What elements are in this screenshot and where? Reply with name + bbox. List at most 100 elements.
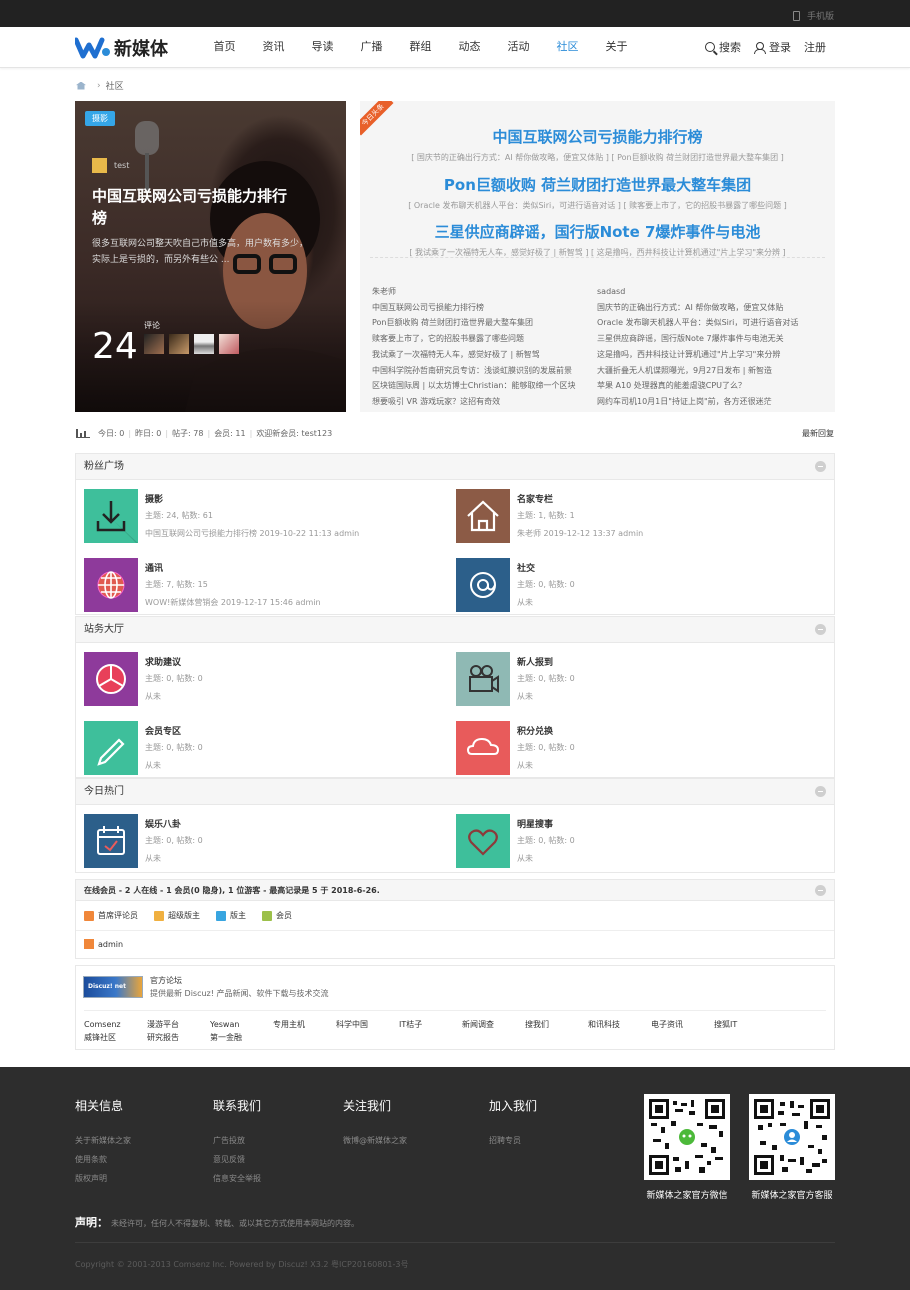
news-link[interactable]: 区块链国际周 | 以太坊博士Christian：能够取缔一个区块 xyxy=(372,378,592,394)
forum-item[interactable]: 积分兑换 主题: 0, 帖数: 0 从未 xyxy=(448,717,808,777)
friend-link[interactable]: 漫游平台 xyxy=(147,1019,210,1030)
globe-icon[interactable] xyxy=(84,558,138,612)
footer-link[interactable]: 关于新媒体之家 xyxy=(75,1131,131,1150)
friend-link[interactable]: 搜狐IT xyxy=(714,1019,777,1030)
news-author[interactable]: sadasd xyxy=(597,284,823,300)
news-link[interactable]: 大疆折叠无人机谍照曝光，9月27日发布 | 新智造 xyxy=(597,363,823,379)
forum-item[interactable]: 会员专区 主题: 0, 帖数: 0 从未 xyxy=(76,717,436,777)
news-link[interactable]: 中国互联网公司亏损能力排行榜 xyxy=(372,300,592,316)
nav-about[interactable]: 关于 xyxy=(603,27,630,67)
nav-home[interactable]: 首页 xyxy=(211,27,238,67)
friend-link[interactable]: Yeswan xyxy=(210,1019,273,1030)
headline-title[interactable]: 三星供应商辟谣，国行版Note 7爆炸事件与电池 xyxy=(360,221,835,242)
breadcrumb-current[interactable]: 社区 xyxy=(106,79,124,92)
forum-item[interactable]: 求助建议 主题: 0, 帖数: 0 从未 xyxy=(76,648,436,708)
collapse-icon[interactable] xyxy=(815,624,826,635)
friend-link[interactable]: 第一金融 xyxy=(210,1032,273,1043)
hero-author[interactable]: test xyxy=(92,158,129,173)
camera-icon[interactable] xyxy=(456,652,510,706)
aperture-icon[interactable] xyxy=(84,652,138,706)
official-forum-link[interactable]: 官方论坛 xyxy=(150,975,182,986)
footer-link[interactable]: 意见反馈 xyxy=(213,1150,261,1169)
avatar[interactable] xyxy=(219,334,239,354)
section-title[interactable]: 站务大厅 xyxy=(84,624,124,635)
section-title[interactable]: 粉丝广场 xyxy=(84,461,124,472)
friend-link[interactable]: 搜我们 xyxy=(525,1019,588,1030)
collapse-icon[interactable] xyxy=(815,786,826,797)
news-link[interactable]: 三星供应商辟谣，国行版Note 7爆炸事件与电池无关 xyxy=(597,331,823,347)
hero-slide[interactable]: 摄影 test 中国互联网公司亏损能力排行榜 很多互联网公司整天吹自己市值多高，… xyxy=(75,101,346,412)
footer-link[interactable]: 信息安全举报 xyxy=(213,1169,261,1188)
collapse-icon[interactable] xyxy=(815,461,826,472)
nav-events[interactable]: 活动 xyxy=(505,27,532,67)
nav-groups[interactable]: 群组 xyxy=(407,27,434,67)
pencil-icon[interactable] xyxy=(84,721,138,775)
search-button[interactable]: 搜索 xyxy=(705,39,741,55)
heart-icon[interactable] xyxy=(456,814,510,868)
cloud-icon[interactable] xyxy=(456,721,510,775)
forum-name[interactable]: 摄影 xyxy=(145,492,163,505)
news-link[interactable]: 这是撸吗，西井科技让计算机通过"片上学习"来分辨 xyxy=(597,347,823,363)
friend-link[interactable]: 专用主机 xyxy=(273,1019,336,1030)
headline-sub[interactable]: [ Oracle 发布聊天机器人平台：类似Siri，可进行语音对话 ] [ 赎客… xyxy=(360,200,835,211)
forum-name[interactable]: 通讯 xyxy=(145,561,163,574)
nav-community[interactable]: 社区 xyxy=(554,27,581,67)
forum-name[interactable]: 求助建议 xyxy=(145,655,181,668)
nav-broadcast[interactable]: 广播 xyxy=(358,27,385,67)
headline-title[interactable]: 中国互联网公司亏损能力排行榜 xyxy=(360,126,835,147)
login-button[interactable]: 登录 xyxy=(754,39,791,55)
calendar-icon[interactable] xyxy=(84,814,138,868)
forum-name[interactable]: 名家专栏 xyxy=(517,492,553,505)
latest-replies-link[interactable]: 最新回复 xyxy=(802,428,834,439)
news-link[interactable]: 想要吸引 VR 游戏玩家？这招有奇效 xyxy=(372,394,592,410)
online-title[interactable]: 在线会员 xyxy=(84,886,116,895)
home-icon[interactable] xyxy=(76,81,86,90)
forum-last-post[interactable]: WOW!新媒体营销会 2019-12-17 15:46 admin xyxy=(145,597,321,608)
download-icon[interactable] xyxy=(84,489,138,543)
news-link[interactable]: 苹果 A10 处理器真的能羞虐骁CPU了么？ xyxy=(597,378,823,394)
news-link[interactable]: 网约车司机10月1日"持证上岗"前，各方还很迷茫 xyxy=(597,394,823,410)
friend-link[interactable]: 电子资讯 xyxy=(651,1019,714,1030)
footer-link[interactable]: 广告投放 xyxy=(213,1131,261,1150)
headline-title[interactable]: Pon巨额收购 荷兰财团打造世界最大整车集团 xyxy=(360,174,835,195)
news-link[interactable]: Oracle 发布聊天机器人平台：类似Siri，可进行语音对话 xyxy=(597,315,823,331)
forum-last-post[interactable]: 朱老师 2019-12-12 13:37 admin xyxy=(517,528,643,539)
forum-item[interactable]: 娱乐八卦 主题: 0, 帖数: 0 从未 xyxy=(76,810,436,870)
friend-link[interactable]: 新闻调查 xyxy=(462,1019,525,1030)
news-link[interactable]: 中国科学院孙哲南研究员专访：浅谈虹膜识别的发展前景 xyxy=(372,363,592,379)
friend-link[interactable]: 威锋社区 xyxy=(84,1032,147,1043)
avatar[interactable] xyxy=(144,334,164,354)
forum-item[interactable]: 社交 主题: 0, 帖数: 0 从未 xyxy=(448,554,808,614)
forum-item[interactable]: 通讯 主题: 7, 帖数: 15 WOW!新媒体营销会 2019-12-17 1… xyxy=(76,554,436,614)
nav-feed[interactable]: 动态 xyxy=(456,27,483,67)
online-user[interactable]: admin xyxy=(84,939,123,949)
footer-link[interactable]: 微博@新媒体之家 xyxy=(343,1131,407,1150)
nav-news[interactable]: 资讯 xyxy=(260,27,287,67)
friend-link[interactable]: Comsenz xyxy=(84,1019,147,1030)
discuz-logo[interactable]: Discuz! net xyxy=(83,976,143,998)
forum-item[interactable]: 新人报到 主题: 0, 帖数: 0 从未 xyxy=(448,648,808,708)
forum-last-post[interactable]: 中国互联网公司亏损能力排行榜 2019-10-22 11:13 admin xyxy=(145,528,359,539)
forum-item[interactable]: 名家专栏 主题: 1, 帖数: 1 朱老师 2019-12-12 13:37 a… xyxy=(448,485,808,545)
forum-name[interactable]: 积分兑换 xyxy=(517,724,553,737)
forum-name[interactable]: 娱乐八卦 xyxy=(145,817,181,830)
forum-name[interactable]: 新人报到 xyxy=(517,655,553,668)
forum-item[interactable]: 明星搜事 主题: 0, 帖数: 0 从未 xyxy=(448,810,808,870)
headline-sub[interactable]: [ 国庆节的正确出行方式：AI 帮你做攻略，便宜又体贴 ] [ Pon巨额收购 … xyxy=(360,152,835,163)
friend-link[interactable]: 科学中国 xyxy=(336,1019,399,1030)
hero-category-tag[interactable]: 摄影 xyxy=(85,111,115,126)
register-button[interactable]: 注册 xyxy=(804,39,826,55)
hero-title[interactable]: 中国互联网公司亏损能力排行榜 xyxy=(92,185,292,229)
online-username[interactable]: admin xyxy=(98,940,123,949)
forum-name[interactable]: 社交 xyxy=(517,561,535,574)
news-link[interactable]: Pon巨额收购 荷兰财团打造世界最大整车集团 xyxy=(372,315,592,331)
at-icon[interactable] xyxy=(456,558,510,612)
logo[interactable]: 新媒体 xyxy=(75,35,168,61)
news-link[interactable]: 赎客要上市了，它的招股书暴露了哪些问题 xyxy=(372,331,592,347)
friend-link[interactable]: 研究报告 xyxy=(147,1032,210,1043)
news-link[interactable]: 国庆节的正确出行方式：AI 帮你做攻略，便宜又体贴 xyxy=(597,300,823,316)
news-link[interactable]: 我试乘了一次福特无人车，感觉好极了 | 新智驾 xyxy=(372,347,592,363)
avatar[interactable] xyxy=(194,334,214,354)
friend-link[interactable]: IT桔子 xyxy=(399,1019,462,1030)
forum-item[interactable]: 摄影 主题: 24, 帖数: 61 中国互联网公司亏损能力排行榜 2019-10… xyxy=(76,485,436,545)
